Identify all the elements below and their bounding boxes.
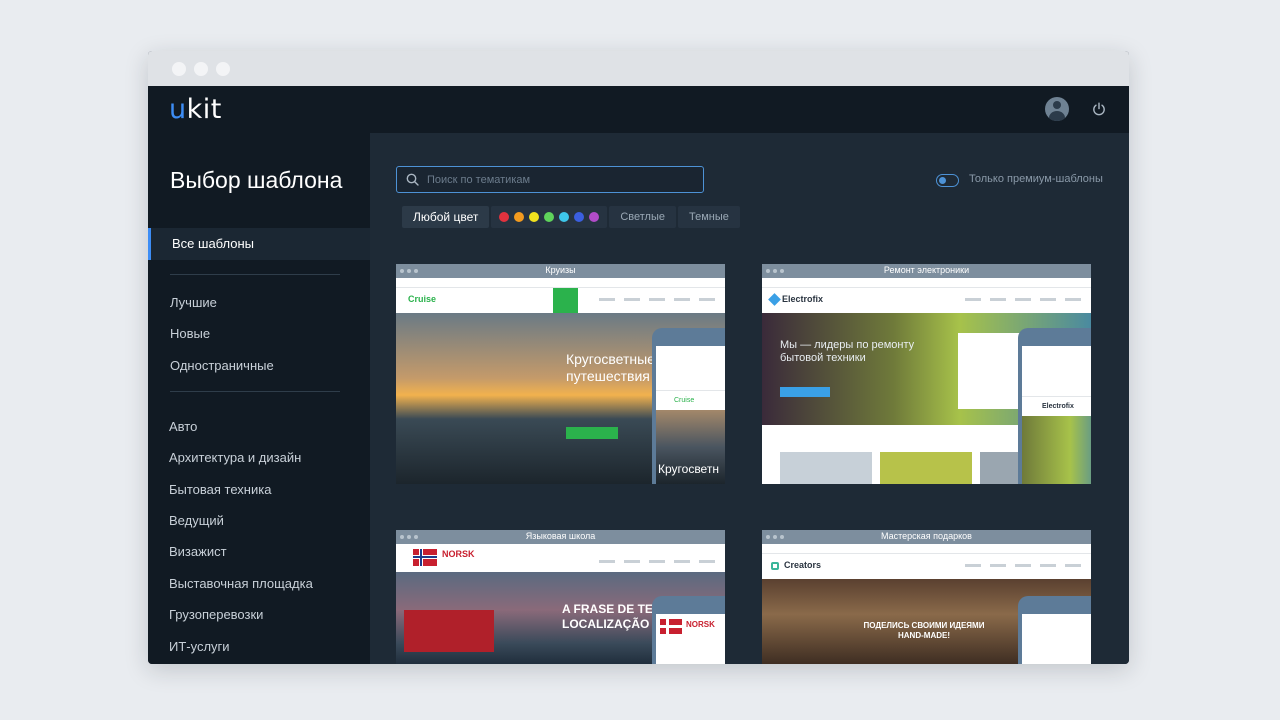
filter-dark[interactable]: Темные bbox=[678, 206, 740, 228]
color-filters: Любой цвет Светлые Темные bbox=[402, 206, 740, 228]
phone-hero-text: Кругосветн bbox=[658, 462, 719, 476]
page-title: Выбор шаблона bbox=[170, 167, 343, 193]
template-card-cruise[interactable]: Круизы Cruise Кругосветные путешествия C… bbox=[396, 264, 725, 484]
template-card-electrofix[interactable]: Ремонт электроники Electrofix Мы — лидер… bbox=[762, 264, 1091, 484]
window-dot-close[interactable] bbox=[172, 61, 186, 76]
swatch-red[interactable] bbox=[499, 212, 510, 222]
sidebar-category[interactable]: Визажист bbox=[169, 544, 227, 559]
search-box[interactable] bbox=[396, 166, 704, 193]
swatch-yellow[interactable] bbox=[529, 212, 540, 222]
window-dot-minimize[interactable] bbox=[194, 61, 208, 76]
swatch-blue[interactable] bbox=[574, 212, 585, 222]
window-chrome bbox=[148, 51, 1129, 86]
filter-any-color[interactable]: Любой цвет bbox=[402, 206, 490, 228]
card-title: Мастерская подарков bbox=[881, 531, 972, 541]
sidebar-divider bbox=[170, 391, 340, 392]
mobile-preview bbox=[1018, 596, 1091, 664]
sidebar-category[interactable]: Авто bbox=[169, 419, 197, 434]
premium-toggle-label: Только премиум-шаблоны bbox=[969, 173, 1103, 185]
browser-window: ukit Выбор шаблона Все шаблоны Лучшие Но… bbox=[148, 51, 1129, 664]
card-title: Круизы bbox=[545, 265, 576, 275]
preview-brand: Cruise bbox=[408, 294, 437, 304]
preview-brand: Creators bbox=[784, 560, 822, 570]
preview-brand: Electrofix bbox=[782, 294, 824, 304]
logo-u: u bbox=[169, 94, 187, 125]
card-header: Ремонт электроники bbox=[762, 264, 1091, 278]
sidebar-item-one-page[interactable]: Одностраничные bbox=[170, 358, 274, 373]
phone-brand: Cruise bbox=[656, 390, 725, 410]
main-content: Только премиум-шаблоны Любой цвет Светлы… bbox=[370, 133, 1129, 664]
toggle-knob bbox=[939, 177, 946, 184]
preview-hero-text: ПОДЕЛИСЬ СВОИМИ ИДЕЯМИ HAND-MADE! bbox=[863, 621, 985, 640]
phone-brand: Electrofix bbox=[1022, 396, 1091, 416]
template-card-creators[interactable]: Мастерская подарков Creators ПОДЕЛИСЬ СВ… bbox=[762, 530, 1091, 664]
swatch-orange[interactable] bbox=[514, 212, 525, 222]
preview-hero-text: Мы — лидеры по ремонту бытовой техники bbox=[780, 339, 915, 364]
color-swatches bbox=[491, 206, 608, 228]
template-card-norsk[interactable]: Языковая школа NORSK A FRASE DE TESTE LO… bbox=[396, 530, 725, 664]
swatch-cyan[interactable] bbox=[559, 212, 570, 222]
mobile-preview: NORSK bbox=[652, 596, 725, 664]
sidebar-category[interactable]: Выставочная площадка bbox=[169, 576, 313, 591]
card-title: Ремонт электроники bbox=[883, 265, 970, 275]
mobile-preview: Electrofix bbox=[1018, 328, 1091, 484]
sidebar-category[interactable]: Грузоперевозки bbox=[169, 607, 263, 622]
search-icon bbox=[406, 173, 419, 186]
card-header: Мастерская подарков bbox=[762, 530, 1091, 544]
premium-toggle[interactable] bbox=[936, 174, 959, 187]
logo-rest: kit bbox=[186, 94, 222, 125]
mobile-preview: Cruise Кругосветн bbox=[652, 328, 725, 484]
preview-brand: NORSK bbox=[442, 549, 475, 559]
avatar[interactable] bbox=[1045, 97, 1069, 121]
power-icon[interactable] bbox=[1091, 101, 1107, 117]
sidebar-category[interactable]: Ведущий bbox=[169, 513, 224, 528]
swatch-purple[interactable] bbox=[589, 212, 600, 222]
sidebar-category[interactable]: Бытовая техника bbox=[169, 482, 271, 497]
sidebar: Выбор шаблона Все шаблоны Лучшие Новые О… bbox=[148, 133, 370, 664]
card-header: Круизы bbox=[396, 264, 725, 278]
filter-light[interactable]: Светлые bbox=[609, 206, 676, 228]
ukit-logo[interactable]: ukit bbox=[169, 94, 222, 125]
sidebar-item-label: Все шаблоны bbox=[172, 236, 255, 251]
search-input[interactable] bbox=[427, 171, 687, 188]
phone-brand: NORSK bbox=[686, 620, 715, 629]
sidebar-item-new[interactable]: Новые bbox=[170, 326, 210, 341]
card-header: Языковая школа bbox=[396, 530, 725, 544]
top-bar: ukit bbox=[148, 86, 1129, 133]
sidebar-category[interactable]: Архитектура и дизайн bbox=[169, 450, 301, 465]
swatch-green[interactable] bbox=[544, 212, 555, 222]
card-title: Языковая школа bbox=[525, 531, 596, 541]
sidebar-item-all-templates[interactable]: Все шаблоны bbox=[148, 228, 370, 260]
sidebar-divider bbox=[170, 274, 340, 275]
sidebar-category[interactable]: ИТ-услуги bbox=[169, 639, 230, 654]
sidebar-item-best[interactable]: Лучшие bbox=[170, 295, 217, 310]
window-dot-maximize[interactable] bbox=[216, 61, 230, 76]
